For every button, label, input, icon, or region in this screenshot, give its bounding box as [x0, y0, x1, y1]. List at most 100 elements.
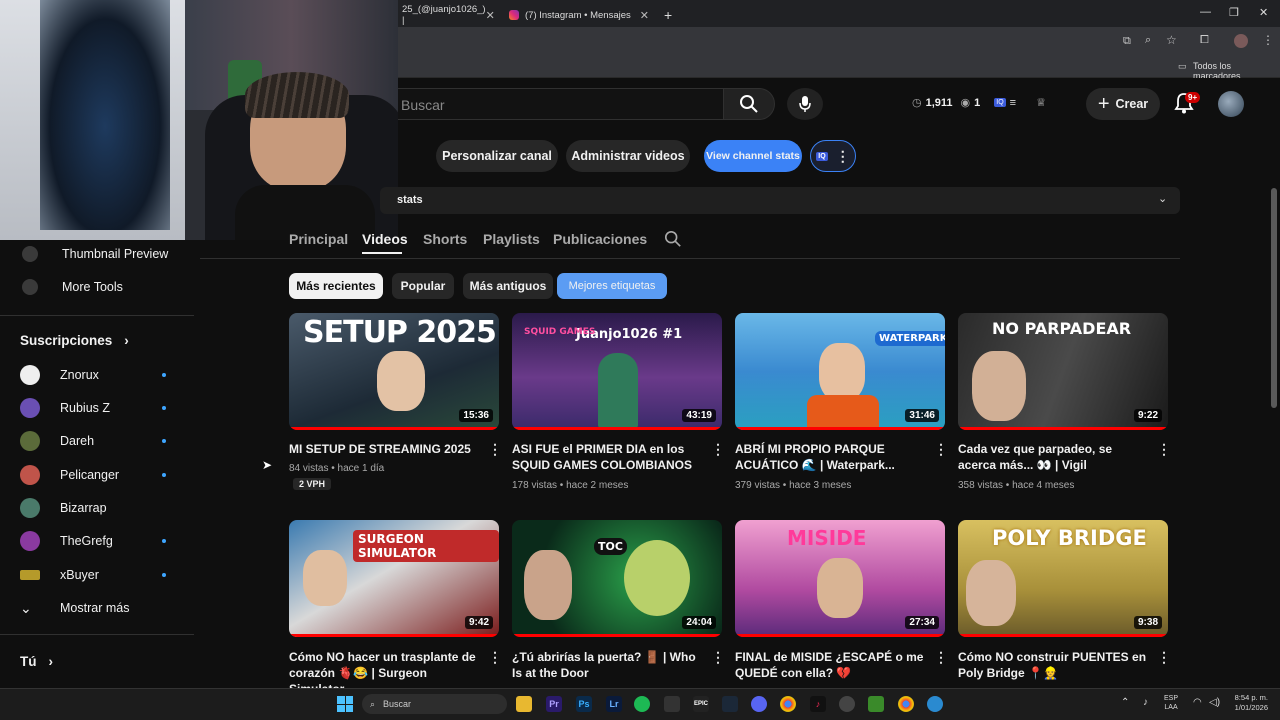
- sidebar-sub-thegrefg[interactable]: TheGrefg: [20, 527, 113, 555]
- taskbar-search[interactable]: ⌕ Buscar: [362, 694, 507, 714]
- more-actions-icon[interactable]: ⋮: [1157, 441, 1171, 458]
- browser-icon[interactable]: [927, 696, 943, 712]
- chip-oldest[interactable]: Más antiguos: [463, 273, 553, 299]
- minecraft-icon[interactable]: [868, 696, 884, 712]
- sidebar-sub-rubius[interactable]: Rubius Z: [20, 394, 110, 422]
- app-icon[interactable]: [839, 696, 855, 712]
- more-actions-icon[interactable]: ⋮: [711, 649, 725, 666]
- discord-icon[interactable]: [751, 696, 767, 712]
- close-icon[interactable]: ✕: [640, 9, 649, 22]
- chrome-icon[interactable]: [780, 696, 796, 712]
- tab-videos[interactable]: Videos: [362, 231, 408, 247]
- close-window-icon[interactable]: ✕: [1259, 6, 1268, 19]
- mouse-cursor: ➤: [262, 458, 273, 472]
- search-input[interactable]: Buscar: [380, 88, 724, 120]
- clock[interactable]: 8:54 p. m. 1/01/2026: [1226, 693, 1268, 713]
- new-tab-button[interactable]: +: [664, 3, 678, 27]
- chip-popular[interactable]: Popular: [392, 273, 454, 299]
- close-icon[interactable]: ✕: [486, 9, 495, 22]
- browser-tab-instagram[interactable]: (7) Instagram • Mensajes ✕: [503, 3, 655, 27]
- view-channel-stats-button[interactable]: View channel stats: [704, 140, 802, 172]
- minimize-icon[interactable]: —: [1200, 6, 1211, 18]
- stats-bar[interactable]: stats ⌄: [380, 187, 1180, 214]
- video-title[interactable]: FINAL de MISIDE ¿ESCAPÉ o me QUEDÉ con e…: [735, 649, 925, 681]
- tab-shorts[interactable]: Shorts: [423, 231, 467, 247]
- more-actions-icon[interactable]: ⋮: [934, 649, 948, 666]
- sidebar-item-thumbnail-preview[interactable]: Thumbnail Preview: [22, 240, 168, 268]
- video-thumbnail[interactable]: POLY BRIDGE 9:38: [958, 520, 1168, 637]
- vidiq-menu-button[interactable]: IQ ⋮: [810, 140, 856, 172]
- chip-recent[interactable]: Más recientes: [289, 273, 383, 299]
- photoshop-icon[interactable]: Ps: [576, 696, 592, 712]
- video-thumbnail[interactable]: SETUP 2025 15:36: [289, 313, 499, 430]
- extensions-icon[interactable]: ⧠: [1200, 34, 1209, 47]
- app-icon[interactable]: [664, 696, 680, 712]
- spotify-icon[interactable]: [634, 696, 650, 712]
- video-title[interactable]: Cómo NO construir PUENTES en Poly Bridge…: [958, 649, 1148, 681]
- video-thumbnail[interactable]: NO PARPADEAR 9:22: [958, 313, 1168, 430]
- video-thumbnail[interactable]: MISIDE 27:34: [735, 520, 945, 637]
- video-title[interactable]: MI SETUP DE STREAMING 2025: [289, 441, 479, 457]
- chrome-active-icon[interactable]: [898, 696, 914, 712]
- video-thumbnail[interactable]: WATERPARK 31:46: [735, 313, 945, 430]
- subscriptions-heading[interactable]: Suscripciones ›: [20, 326, 129, 354]
- video-thumbnail[interactable]: Juanjo1026 #1 SQUID GAMES 43:19: [512, 313, 722, 430]
- tab-publicaciones[interactable]: Publicaciones: [553, 231, 647, 247]
- start-icon[interactable]: [337, 696, 353, 712]
- profile-avatar[interactable]: [1234, 34, 1248, 48]
- chevron-up-icon[interactable]: ⌃: [1121, 697, 1129, 708]
- scrollbar[interactable]: [1271, 188, 1277, 408]
- voice-search-button[interactable]: [787, 88, 823, 120]
- more-actions-icon[interactable]: ⋮: [711, 441, 725, 458]
- sidebar-item-more-tools[interactable]: More Tools: [22, 273, 123, 301]
- video-title[interactable]: ASI FUE el PRIMER DIA en los SQUID GAMES…: [512, 441, 702, 473]
- video-thumbnail[interactable]: SURGEON SIMULATOR 9:42: [289, 520, 499, 637]
- divider: [0, 315, 194, 316]
- more-actions-icon[interactable]: ⋮: [1157, 649, 1171, 666]
- sidebar-sub-pelicanger[interactable]: Pelicanger: [20, 461, 119, 489]
- zoom-icon[interactable]: ⌕: [1145, 34, 1151, 47]
- account-avatar[interactable]: [1218, 91, 1244, 117]
- show-more-button[interactable]: ⌄ Mostrar más: [20, 594, 129, 622]
- video-title[interactable]: Cada vez que parpadeo, se acerca más... …: [958, 441, 1148, 473]
- sub-label: Znorux: [60, 368, 99, 382]
- sidebar-sub-dareh[interactable]: Dareh: [20, 427, 94, 455]
- search-button[interactable]: [723, 88, 775, 120]
- star-icon[interactable]: ☆: [1166, 33, 1177, 47]
- cast-icon[interactable]: ⧉: [1123, 35, 1131, 48]
- volume-icon[interactable]: ◁): [1209, 697, 1220, 708]
- sidebar-sub-znorux[interactable]: Znorux: [20, 361, 99, 389]
- browser-tab-youtube[interactable]: 25_(@juanjo1026_) | ✕: [396, 3, 500, 27]
- video-title[interactable]: ¿Tú abrirías la puerta? 🚪 | Who Is at th…: [512, 649, 702, 681]
- steam-icon[interactable]: [722, 696, 738, 712]
- premiere-icon[interactable]: Pr: [546, 696, 562, 712]
- tiktok-icon[interactable]: ♪: [810, 696, 826, 712]
- video-meta: 178 vistas • hace 2 meses: [512, 480, 629, 491]
- file-explorer-icon[interactable]: [516, 696, 532, 712]
- tab-playlists[interactable]: Playlists: [483, 231, 540, 247]
- more-actions-icon[interactable]: ⋮: [488, 649, 502, 666]
- more-actions-icon[interactable]: ⋮: [934, 441, 948, 458]
- sidebar-sub-xbuyer[interactable]: xBuyer: [20, 561, 99, 589]
- more-icon: ⋮: [835, 147, 850, 164]
- video-thumbnail[interactable]: TOC 24:04: [512, 520, 722, 637]
- chip-best-tags[interactable]: Mejores etiquetas: [557, 273, 667, 299]
- stats-widget[interactable]: ◷ 1,911 ◉ 1 IQ ≡ ♕: [912, 96, 1046, 110]
- menu-icon[interactable]: ⋮: [1262, 33, 1274, 47]
- channel-search-button[interactable]: [664, 230, 682, 253]
- create-button[interactable]: + Crear: [1086, 88, 1160, 120]
- sidebar-sub-bizarrap[interactable]: Bizarrap: [20, 494, 107, 522]
- language-indicator[interactable]: ESP LAA: [1164, 694, 1178, 712]
- tab-principal[interactable]: Principal: [289, 231, 348, 247]
- more-actions-icon[interactable]: ⋮: [488, 441, 502, 458]
- you-heading[interactable]: Tú ›: [20, 647, 53, 675]
- wifi-icon[interactable]: ◠: [1193, 697, 1202, 708]
- epic-games-icon[interactable]: EPIC: [693, 696, 709, 712]
- watch-progress: [958, 634, 1168, 637]
- manage-videos-button[interactable]: Administrar videos: [566, 140, 690, 172]
- customize-channel-button[interactable]: Personalizar canal: [436, 140, 558, 172]
- maximize-icon[interactable]: ❐: [1229, 6, 1239, 19]
- video-title[interactable]: ABRÍ MI PROPIO PARQUE ACUÁTICO 🌊 | Water…: [735, 441, 925, 473]
- lightroom-icon[interactable]: Lr: [606, 696, 622, 712]
- mic-icon[interactable]: ♪: [1143, 697, 1148, 708]
